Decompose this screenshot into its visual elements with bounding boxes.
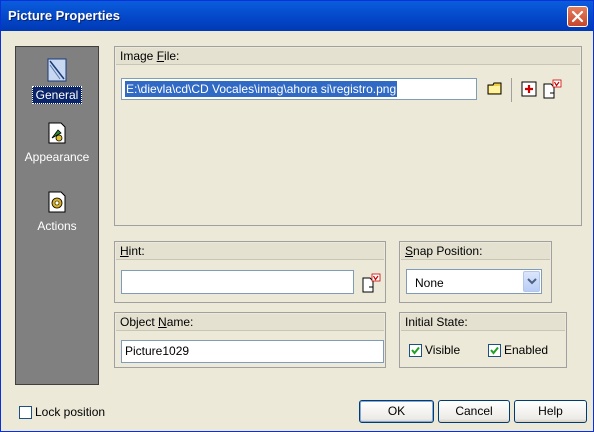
variable-page-icon[interactable]: [542, 79, 562, 99]
object-name-label: Object Name:: [116, 314, 384, 331]
sidebar: General Appearance Actions: [15, 46, 99, 385]
snap-position-select[interactable]: None: [406, 269, 542, 294]
image-file-input[interactable]: E:\dievla\cd\CD Vocales\imag\ahora si\re…: [121, 78, 477, 100]
lock-position-label[interactable]: Lock position: [35, 405, 105, 419]
image-file-value: E:\dievla\cd\CD Vocales\imag\ahora si\re…: [125, 81, 398, 97]
enabled-checkbox[interactable]: [488, 344, 501, 357]
appearance-icon: [48, 122, 66, 144]
visible-checkbox[interactable]: [409, 344, 422, 357]
actions-icon: [48, 191, 66, 213]
image-file-panel: Image File: E:\dievla\cd\CD Vocales\imag…: [114, 46, 582, 226]
chevron-down-icon: [527, 278, 537, 285]
add-image-icon[interactable]: [521, 81, 537, 97]
hint-input[interactable]: [121, 270, 354, 294]
initial-state-panel: Initial State: Visible Enabled: [399, 312, 567, 368]
snap-position-value: None: [415, 276, 444, 290]
dropdown-button[interactable]: [523, 271, 540, 292]
checkmark-icon: [490, 346, 499, 355]
help-button[interactable]: Help: [514, 400, 587, 423]
cancel-button[interactable]: Cancel: [438, 400, 510, 423]
close-button[interactable]: [567, 6, 588, 27]
ok-button[interactable]: OK: [359, 400, 434, 423]
picture-properties-dialog: Picture Properties General Appearance Ac…: [0, 0, 594, 432]
general-icon: [47, 58, 67, 82]
checkmark-icon: [411, 346, 420, 355]
sidebar-item-label: General: [31, 86, 83, 104]
sidebar-item-label: Actions: [37, 219, 77, 233]
sidebar-item-actions[interactable]: Actions: [16, 189, 98, 234]
hint-label: Hint:: [116, 243, 384, 260]
lock-position-checkbox[interactable]: [19, 406, 32, 419]
object-name-panel: Object Name: Picture1029: [114, 312, 386, 368]
image-file-label: Image File:: [116, 48, 580, 65]
toolbar-divider: [511, 78, 512, 102]
object-name-input[interactable]: Picture1029: [121, 340, 384, 363]
snap-position-label: Snap Position:: [401, 243, 550, 260]
hint-panel: Hint:: [114, 241, 386, 303]
initial-state-label: Initial State:: [401, 314, 565, 331]
variable-page-icon[interactable]: [361, 273, 381, 293]
folder-icon[interactable]: [487, 81, 503, 97]
window-title: Picture Properties: [8, 8, 120, 23]
enabled-label[interactable]: Enabled: [504, 343, 548, 357]
sidebar-item-general[interactable]: General: [16, 57, 98, 104]
close-icon: [571, 10, 584, 23]
sidebar-item-appearance[interactable]: Appearance: [16, 120, 98, 165]
sidebar-item-label: Appearance: [24, 150, 90, 164]
title-bar[interactable]: Picture Properties: [1, 1, 593, 31]
snap-position-panel: Snap Position: None: [399, 241, 552, 303]
visible-label[interactable]: Visible: [425, 343, 460, 357]
